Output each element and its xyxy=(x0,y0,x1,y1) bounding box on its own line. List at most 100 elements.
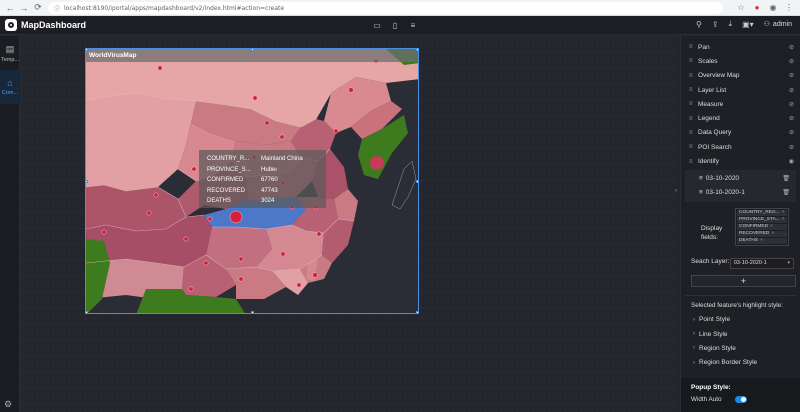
marker-dot[interactable] xyxy=(348,87,354,93)
control-item-identify[interactable]: ≡ Identify ◉ xyxy=(681,154,800,168)
mobile-icon[interactable]: ▯ xyxy=(390,19,400,31)
add-button[interactable]: + xyxy=(691,274,796,287)
marker-dot[interactable] xyxy=(238,256,244,262)
drag-handle-icon[interactable]: ≡ xyxy=(699,175,703,182)
marker-dot[interactable] xyxy=(252,95,258,101)
delete-icon[interactable]: 🗑 xyxy=(782,175,790,182)
control-item-layer-list[interactable]: ≡ Layer List ⊘ xyxy=(681,83,800,97)
resize-handle[interactable] xyxy=(416,180,418,183)
eye-off-icon[interactable]: ⊘ xyxy=(789,115,794,122)
style-item-region-border[interactable]: › Region Border Style xyxy=(681,356,800,370)
eye-off-icon[interactable]: ⊘ xyxy=(789,87,794,94)
eye-off-icon[interactable]: ⊘ xyxy=(789,58,794,65)
close-icon[interactable]: × xyxy=(760,238,763,243)
korea-marker[interactable] xyxy=(370,156,384,170)
settings-icon[interactable]: ⚙ xyxy=(4,399,12,410)
control-item-pan[interactable]: ≡ Pan ⊘ xyxy=(681,40,800,54)
menu-icon[interactable]: ⋮ xyxy=(784,2,794,12)
resize-handle[interactable] xyxy=(251,311,254,313)
marker-dot[interactable] xyxy=(279,134,285,140)
marker-dot[interactable] xyxy=(312,272,318,278)
marker-hubei[interactable] xyxy=(229,210,243,224)
drag-handle-icon[interactable]: ≡ xyxy=(689,144,695,150)
drag-handle-icon[interactable]: ≡ xyxy=(689,130,695,136)
user-menu[interactable]: ⚇ admin xyxy=(764,20,792,29)
marker-dot[interactable] xyxy=(207,216,213,222)
marker-dot[interactable] xyxy=(101,229,107,235)
extension-icon[interactable]: ● xyxy=(752,2,762,12)
marker-dot[interactable] xyxy=(183,236,189,242)
close-icon[interactable]: × xyxy=(770,224,773,229)
save-icon[interactable]: ▣▾ xyxy=(742,20,754,29)
style-item-point[interactable]: › Point Style xyxy=(681,313,800,327)
style-item-region[interactable]: › Region Style xyxy=(681,341,800,355)
drag-handle-icon[interactable]: ≡ xyxy=(689,58,695,64)
marker-dot[interactable] xyxy=(333,128,339,134)
marker-dot[interactable] xyxy=(153,192,159,198)
address-bar[interactable]: ⓘ localhost:8190/iportal/apps/mapdashboa… xyxy=(48,2,723,14)
close-icon[interactable]: × xyxy=(782,217,785,222)
rail-item-components[interactable]: ⌂ Com... xyxy=(0,70,20,104)
eye-off-icon[interactable]: ⊘ xyxy=(789,44,794,51)
resize-handle[interactable] xyxy=(416,311,418,313)
style-item-line[interactable]: › Line Style xyxy=(681,327,800,341)
marker-dot[interactable] xyxy=(191,166,197,172)
resize-handle[interactable] xyxy=(86,49,88,51)
close-icon[interactable]: × xyxy=(782,210,785,215)
marker-dot[interactable] xyxy=(188,286,194,292)
eye-off-icon[interactable]: ⊘ xyxy=(789,144,794,151)
control-item-legend[interactable]: ≡ Legend ⊘ xyxy=(681,111,800,125)
resize-handle[interactable] xyxy=(416,49,418,51)
forward-icon[interactable]: → xyxy=(17,1,31,15)
drag-handle-icon[interactable]: ≡ xyxy=(689,101,695,107)
eye-off-icon[interactable]: ⊘ xyxy=(789,72,794,79)
close-icon[interactable]: × xyxy=(771,231,774,236)
marker-dot[interactable] xyxy=(203,260,209,266)
seach-layer-select[interactable]: 03-10-2020-1 ▾ xyxy=(729,257,794,269)
eye-icon[interactable]: ◉ xyxy=(789,158,794,165)
identify-layer-item[interactable]: ≡ 03-10-2020-1 🗑 xyxy=(685,186,796,200)
marker-dot[interactable] xyxy=(146,210,152,216)
width-auto-toggle[interactable] xyxy=(735,395,748,403)
marker-dot[interactable] xyxy=(238,276,244,282)
back-icon[interactable]: ← xyxy=(3,1,17,15)
eye-off-icon[interactable]: ⊘ xyxy=(789,129,794,136)
control-item-poi-search[interactable]: ≡ POI Search ⊘ xyxy=(681,140,800,154)
list-icon[interactable]: ≡ xyxy=(408,19,418,31)
drag-handle-icon[interactable]: ≡ xyxy=(689,87,695,93)
reload-icon[interactable]: ⟳ xyxy=(31,1,45,15)
desktop-icon[interactable]: ▭ xyxy=(372,19,382,31)
control-item-scales[interactable]: ≡ Scales ⊘ xyxy=(681,54,800,68)
download-icon[interactable]: ⤓ xyxy=(729,19,733,29)
field-tag[interactable]: RECOVERED × xyxy=(737,230,787,237)
field-tag[interactable]: COUNTRY_REG... × xyxy=(737,209,787,216)
drag-handle-icon[interactable]: ≡ xyxy=(689,73,695,79)
rail-item-template[interactable]: ▤ Temp... xyxy=(0,36,20,70)
drag-handle-icon[interactable]: ≡ xyxy=(689,116,695,122)
field-tag[interactable]: CONFIRMED × xyxy=(737,223,787,230)
marker-dot[interactable] xyxy=(316,231,322,237)
control-item-data-query[interactable]: ≡ Data Query ⊘ xyxy=(681,126,800,140)
marker-dot[interactable] xyxy=(280,251,286,257)
marker-dot[interactable] xyxy=(157,65,163,71)
eye-off-icon[interactable]: ⊘ xyxy=(789,101,794,108)
resize-handle[interactable] xyxy=(86,180,88,183)
identify-layer-item[interactable]: ≡ 03-10-2020 🗑 xyxy=(685,172,796,186)
display-fields-select[interactable]: COUNTRY_REG... × PROVINCE_STA... × CONFIRM… xyxy=(735,207,789,246)
resize-handle[interactable] xyxy=(251,49,254,51)
star-icon[interactable]: ☆ xyxy=(736,2,746,12)
resize-handle[interactable] xyxy=(86,311,88,313)
identify-icon[interactable]: ⚲ xyxy=(696,20,702,29)
marker-dot[interactable] xyxy=(296,282,302,288)
upload-icon[interactable]: ⇪ xyxy=(712,20,719,29)
profile-icon[interactable]: ◉ xyxy=(768,2,778,12)
drag-handle-icon[interactable]: ≡ xyxy=(699,189,703,196)
field-tag[interactable]: DEATHS × xyxy=(737,237,787,244)
control-item-measure[interactable]: ≡ Measure ⊘ xyxy=(681,97,800,111)
drag-handle-icon[interactable]: ≡ xyxy=(689,44,695,50)
marker-dot[interactable] xyxy=(264,120,270,126)
control-item-overview-map[interactable]: ≡ Overview Map ⊘ xyxy=(681,69,800,83)
delete-icon[interactable]: 🗑 xyxy=(782,189,790,196)
field-tag[interactable]: PROVINCE_STA... × xyxy=(737,216,787,223)
drag-handle-icon[interactable]: ≡ xyxy=(689,159,695,165)
